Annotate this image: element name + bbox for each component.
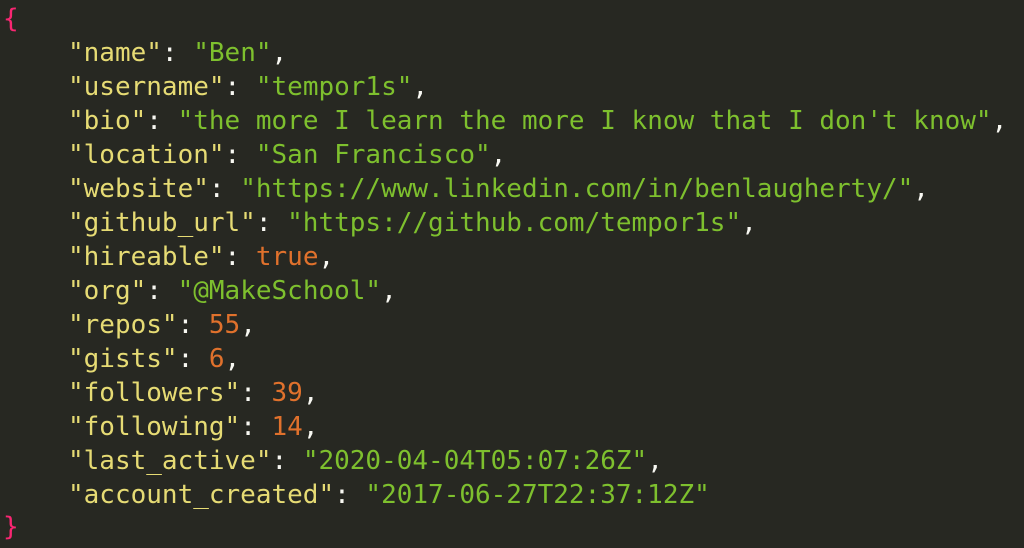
colon: : bbox=[255, 208, 288, 238]
json-value: "2020-04-04T05:07:26Z" bbox=[302, 446, 648, 476]
json-line-username: "username": "tempor1s", bbox=[68, 70, 428, 104]
colon: : bbox=[240, 378, 272, 408]
json-key: "following" bbox=[68, 412, 241, 442]
json-value: 6 bbox=[208, 344, 225, 374]
json-value: "the more I learn the more I know that I… bbox=[177, 106, 992, 136]
comma: , bbox=[240, 310, 256, 340]
json-key: "last_active" bbox=[68, 446, 272, 476]
colon: : bbox=[271, 446, 303, 476]
comma: , bbox=[318, 242, 335, 272]
colon: : bbox=[161, 38, 194, 68]
json-value: "https://github.com/tempor1s" bbox=[287, 208, 742, 238]
json-value: 14 bbox=[271, 412, 303, 442]
json-key: "account_created" bbox=[68, 480, 335, 510]
comma: , bbox=[224, 344, 241, 374]
json-key: "username" bbox=[68, 72, 225, 102]
json-line-last-active: "last_active": "2020-04-04T05:07:26Z", bbox=[68, 444, 663, 478]
colon: : bbox=[146, 276, 178, 306]
json-value: "@MakeSchool" bbox=[177, 276, 382, 306]
json-key: "github_url" bbox=[68, 208, 256, 238]
json-value: true bbox=[255, 242, 319, 272]
json-key: "bio" bbox=[68, 106, 147, 136]
json-key: "location" bbox=[68, 140, 225, 170]
comma: , bbox=[302, 412, 319, 442]
colon: : bbox=[224, 72, 256, 102]
json-value: 55 bbox=[208, 310, 241, 340]
json-value: "2017-06-27T22:37:12Z" bbox=[365, 480, 710, 510]
json-value: "Ben" bbox=[193, 38, 272, 68]
comma: , bbox=[490, 140, 507, 170]
colon: : bbox=[208, 174, 241, 204]
comma: , bbox=[913, 174, 929, 204]
json-line-name: "name": "Ben", bbox=[68, 36, 287, 70]
json-value: 39 bbox=[271, 378, 303, 408]
comma: , bbox=[271, 38, 288, 68]
json-key: "gists" bbox=[68, 344, 178, 374]
json-line-gists: "gists": 6, bbox=[68, 342, 240, 376]
colon: : bbox=[334, 480, 366, 510]
json-line-repos: "repos": 55, bbox=[68, 308, 256, 342]
json-value: "San Francisco" bbox=[255, 140, 491, 170]
json-line-org: "org": "@MakeSchool", bbox=[68, 274, 397, 308]
json-line-github-url: "github_url": "https://github.com/tempor… bbox=[68, 206, 757, 240]
json-line-followers: "followers": 39, bbox=[68, 376, 318, 410]
colon: : bbox=[224, 140, 256, 170]
comma: , bbox=[302, 378, 319, 408]
json-line-location: "location": "San Francisco", bbox=[68, 138, 506, 172]
colon: : bbox=[177, 310, 209, 340]
comma: , bbox=[412, 72, 429, 102]
close-brace: } bbox=[3, 512, 19, 542]
comma: , bbox=[991, 106, 1008, 136]
colon: : bbox=[146, 106, 178, 136]
comma: , bbox=[647, 446, 663, 476]
json-value: "tempor1s" bbox=[255, 72, 413, 102]
json-line-bio: "bio": "the more I learn the more I know… bbox=[68, 104, 1007, 138]
json-line-account-created: "account_created": "2017-06-27T22:37:12Z… bbox=[68, 478, 710, 512]
json-key: "website" bbox=[68, 174, 209, 204]
json-key: "followers" bbox=[68, 378, 241, 408]
colon: : bbox=[177, 344, 209, 374]
code-editor[interactable]: { "name": "Ben", "username": "tempor1s",… bbox=[0, 0, 1024, 548]
json-key: "org" bbox=[68, 276, 147, 306]
json-key: "hireable" bbox=[68, 242, 225, 272]
comma: , bbox=[741, 208, 757, 238]
json-key: "name" bbox=[68, 38, 162, 68]
json-line-website: "website": "https://www.linkedin.com/in/… bbox=[68, 172, 929, 206]
json-key: "repos" bbox=[68, 310, 178, 340]
colon: : bbox=[224, 242, 256, 272]
colon: : bbox=[240, 412, 272, 442]
json-line-following: "following": 14, bbox=[68, 410, 318, 444]
json-line-hireable: "hireable": true, bbox=[68, 240, 334, 274]
json-value: "https://www.linkedin.com/in/benlaughert… bbox=[240, 174, 914, 204]
comma: , bbox=[381, 276, 397, 306]
open-brace: { bbox=[3, 4, 19, 34]
